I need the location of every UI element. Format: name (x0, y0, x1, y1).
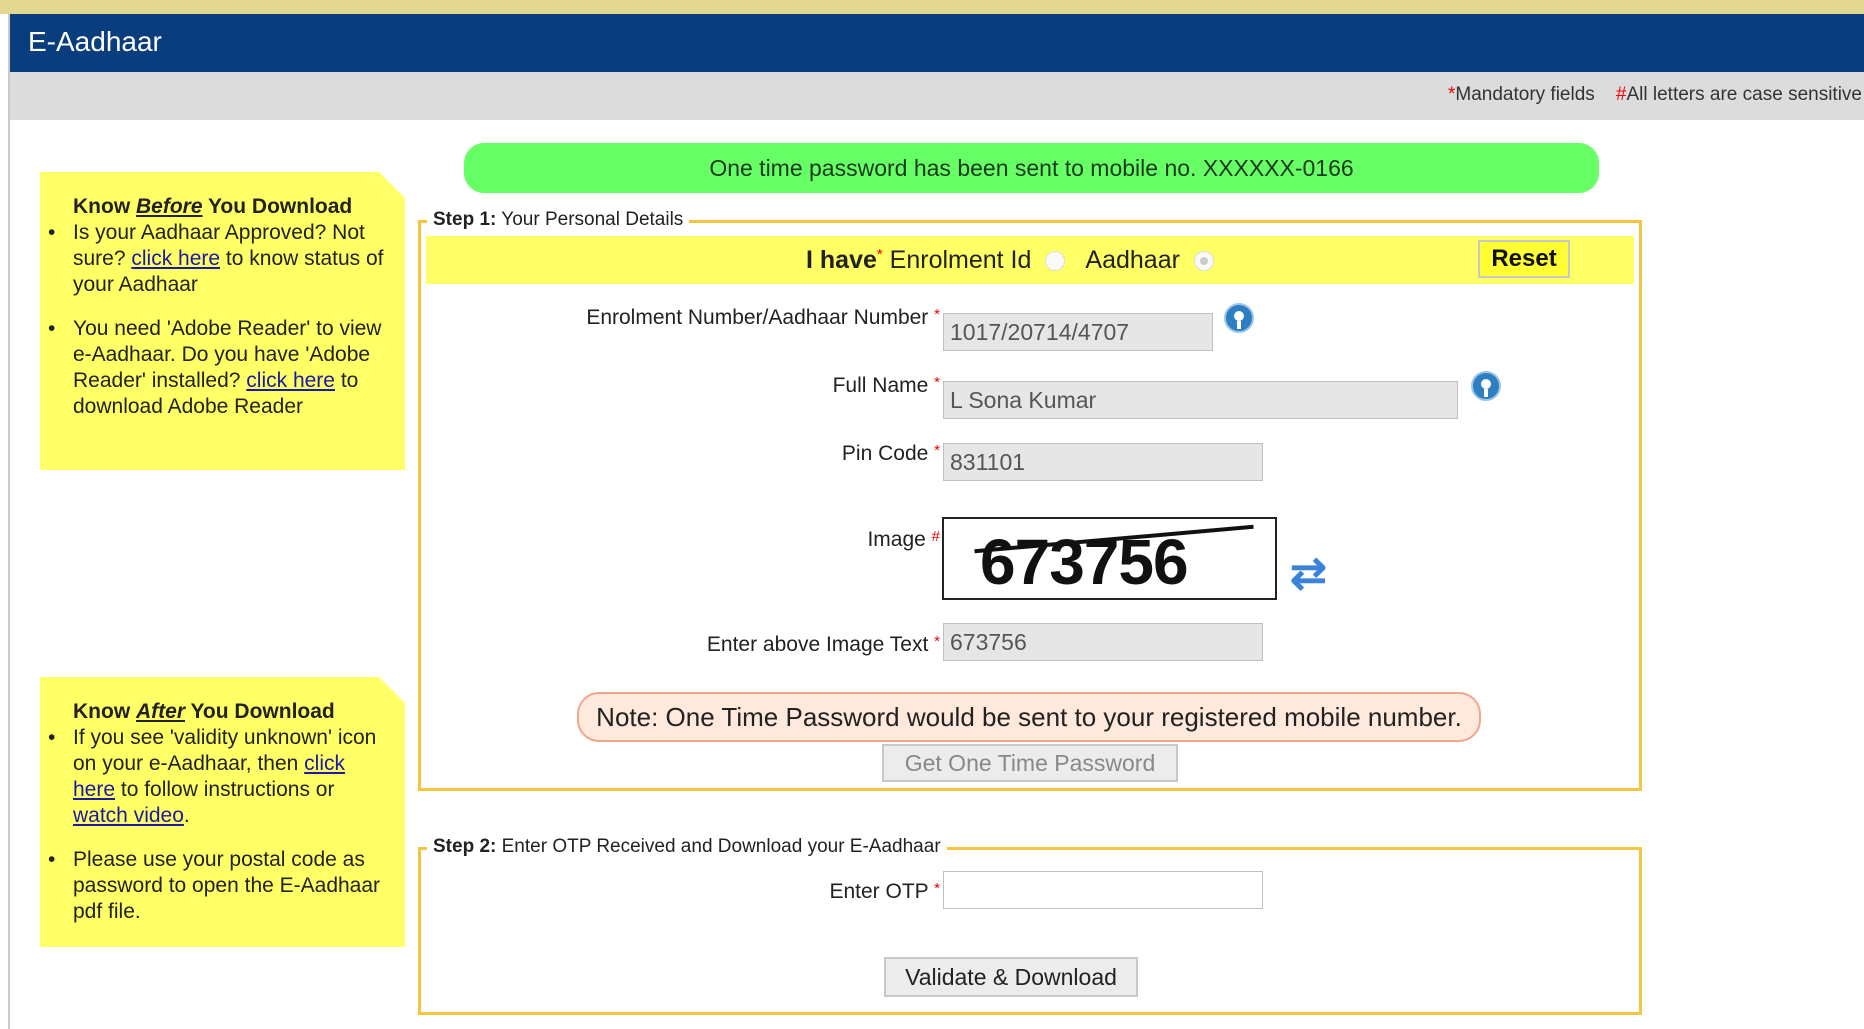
know-before-heading: Know Before You Download (73, 195, 353, 218)
image-text-input[interactable] (943, 623, 1263, 661)
otp-sent-banner: One time password has been sent to mobil… (464, 143, 1599, 193)
full-name-label: Full Name * (832, 374, 940, 397)
id-type-selector: I have* Enrolment Id Aadhaar (806, 246, 1234, 275)
enrolment-number-label: Enrolment Number/Aadhaar Number * (586, 306, 940, 329)
aadhaar-radio[interactable] (1193, 251, 1214, 272)
otp-input[interactable] (943, 871, 1263, 909)
full-name-input[interactable] (943, 381, 1458, 419)
refresh-captcha-icon[interactable]: ⇄ (1290, 549, 1327, 599)
aadhaar-status-link[interactable]: click here (131, 247, 220, 270)
validate-download-button[interactable]: Validate & Download (884, 957, 1138, 997)
enrolment-radio[interactable] (1045, 251, 1066, 272)
adobe-download-link[interactable]: click here (246, 369, 335, 392)
know-after-heading: Know After You Download (73, 700, 335, 723)
step2-legend: Step 2: Enter OTP Received and Download … (427, 836, 947, 858)
list-item: You need 'Adobe Reader' to view e-Aadhaa… (48, 316, 391, 420)
case-note: All letters are case sensitive (1626, 84, 1863, 105)
image-text-label: Enter above Image Text * (706, 633, 940, 656)
notes-bar: *Mandatory fields #All letters are case … (8, 72, 1864, 120)
get-otp-button[interactable]: Get One Time Password (882, 744, 1178, 782)
top-stripe (0, 0, 1864, 14)
pin-code-label: Pin Code * (841, 442, 940, 465)
enrolment-number-input[interactable] (943, 313, 1213, 351)
reset-button[interactable]: Reset (1478, 240, 1570, 278)
case-mark: # (1615, 84, 1627, 105)
left-rule (8, 14, 10, 1029)
mandatory-note: Mandatory fields (1455, 84, 1595, 105)
otp-label: Enter OTP * (829, 880, 940, 903)
app-title: E-Aadhaar (28, 26, 162, 57)
title-bar: E-Aadhaar (8, 14, 1864, 72)
help-icon[interactable] (1224, 303, 1254, 333)
captcha-image: 673756 (942, 517, 1277, 600)
list-item: If you see 'validity unknown' icon on yo… (48, 725, 391, 829)
ihave-label: I have (806, 246, 877, 274)
enrolment-option-label: Enrolment Id (889, 246, 1032, 274)
otp-note: Note: One Time Password would be sent to… (577, 692, 1481, 742)
watch-video-link[interactable]: watch video (73, 804, 184, 827)
know-after-panel: Know After You Download If you see 'vali… (40, 677, 405, 947)
help-icon[interactable] (1471, 371, 1501, 401)
step1-legend: Step 1: Your Personal Details (427, 209, 690, 231)
id-type-bar: I have* Enrolment Id Aadhaar Reset (426, 236, 1634, 284)
know-before-panel: Know Before You Download Is your Aadhaar… (40, 172, 405, 470)
aadhaar-option-label: Aadhaar (1085, 246, 1180, 274)
list-item: Please use your postal code as password … (48, 847, 391, 925)
list-item: Is your Aadhaar Approved? Not sure? clic… (48, 220, 391, 298)
image-label: Image # (867, 528, 940, 551)
field-notes: *Mandatory fields #All letters are case … (1448, 84, 1862, 106)
pin-code-input[interactable] (943, 443, 1263, 481)
